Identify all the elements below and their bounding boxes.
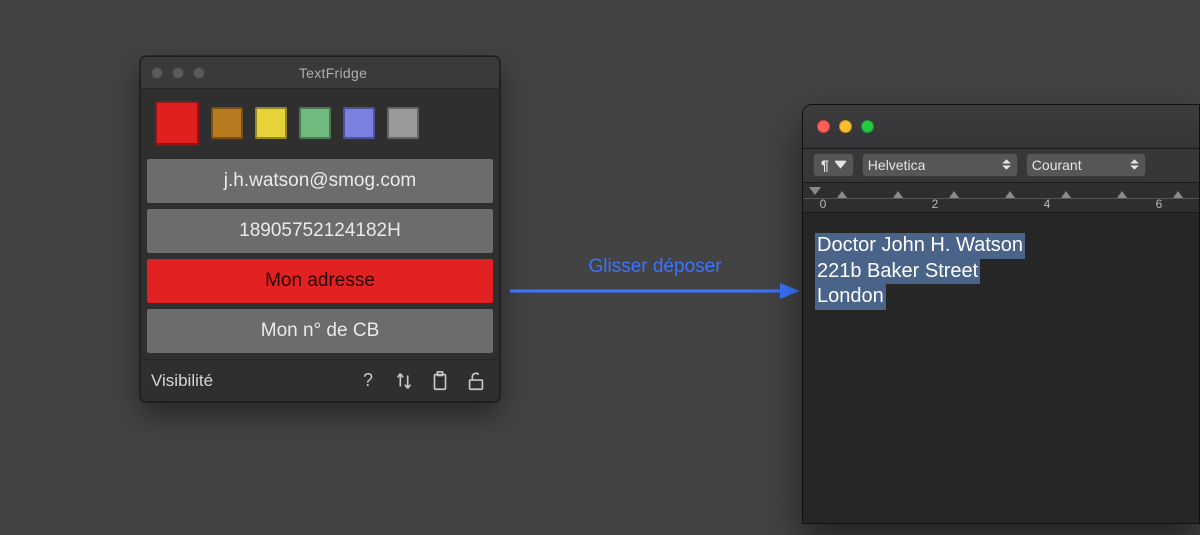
ruler-number: 2 — [932, 197, 939, 211]
snippet-item[interactable]: 18905752124182H — [147, 209, 493, 253]
stepper-icon — [1001, 157, 1012, 173]
color-swatch[interactable] — [255, 107, 287, 139]
snippet-label: 18905752124182H — [239, 220, 401, 242]
color-swatch[interactable] — [155, 101, 199, 145]
font-family-value: Helvetica — [868, 157, 926, 173]
lock-open-icon[interactable] — [463, 368, 489, 394]
snippet-label: Mon n° de CB — [261, 320, 380, 342]
snippet-item[interactable]: Mon adresse — [147, 259, 493, 303]
close-dot[interactable] — [817, 120, 830, 133]
tab-stop-marker[interactable] — [893, 191, 903, 198]
drag-drop-arrow: Glisser déposer — [510, 276, 800, 316]
close-dot[interactable] — [151, 67, 163, 79]
color-swatch-row — [141, 89, 499, 159]
stepper-icon — [1129, 157, 1140, 173]
tab-stop-marker[interactable] — [837, 191, 847, 198]
arrow-label: Glisser déposer — [588, 256, 721, 278]
textfridge-titlebar[interactable]: TextFridge — [141, 57, 499, 89]
sort-icon[interactable] — [391, 368, 417, 394]
tab-stop-marker[interactable] — [1061, 191, 1071, 198]
color-swatch[interactable] — [211, 107, 243, 139]
ruler-number: 6 — [1156, 197, 1163, 211]
snippet-item[interactable]: j.h.watson@smog.com — [147, 159, 493, 203]
footer-label: Visibilité — [151, 371, 213, 391]
chevron-down-icon — [835, 157, 846, 173]
ruler-number: 4 — [1044, 197, 1051, 211]
selected-text-line[interactable]: Doctor John H. Watson — [815, 233, 1025, 259]
clipboard-icon[interactable] — [427, 368, 453, 394]
help-icon[interactable]: ? — [355, 368, 381, 394]
first-line-indent-marker[interactable] — [809, 187, 821, 195]
textfridge-window: TextFridge j.h.watson@smog.com 1890575212… — [140, 56, 500, 402]
ruler-number: 0 — [820, 197, 827, 211]
zoom-dot[interactable] — [861, 120, 874, 133]
color-swatch[interactable] — [343, 107, 375, 139]
tab-stop-marker[interactable] — [1117, 191, 1127, 198]
font-style-value: Courant — [1032, 157, 1082, 173]
font-style-select[interactable]: Courant — [1026, 153, 1146, 177]
color-swatch[interactable] — [387, 107, 419, 139]
snippet-label: j.h.watson@smog.com — [224, 170, 416, 192]
textedit-window: ¶ Helvetica Courant 0 2 4 6 Doctor John H. … — [802, 104, 1200, 524]
color-swatch[interactable] — [299, 107, 331, 139]
window-title: TextFridge — [177, 65, 489, 81]
selected-text-line[interactable]: 221b Baker Street — [815, 259, 980, 285]
tab-stop-marker[interactable] — [1005, 191, 1015, 198]
minimize-dot[interactable] — [839, 120, 852, 133]
textedit-toolbar: ¶ Helvetica Courant — [803, 149, 1199, 183]
traffic-lights — [817, 120, 874, 133]
selected-text-line[interactable]: London — [815, 284, 886, 310]
paragraph-style-button[interactable]: ¶ — [813, 153, 854, 177]
ruler[interactable]: 0 2 4 6 — [803, 183, 1199, 213]
snippet-list: j.h.watson@smog.com 18905752124182H Mon ad… — [141, 159, 499, 359]
textedit-titlebar[interactable] — [803, 105, 1199, 149]
textfridge-footer: Visibilité ? — [141, 359, 499, 401]
document-body[interactable]: Doctor John H. Watson221b Baker StreetLo… — [803, 213, 1199, 330]
pilcrow-icon: ¶ — [821, 157, 829, 173]
snippet-label: Mon adresse — [265, 270, 375, 292]
snippet-item[interactable]: Mon n° de CB — [147, 309, 493, 353]
tab-stop-marker[interactable] — [1173, 191, 1183, 198]
tab-stop-marker[interactable] — [949, 191, 959, 198]
font-family-select[interactable]: Helvetica — [862, 153, 1018, 177]
